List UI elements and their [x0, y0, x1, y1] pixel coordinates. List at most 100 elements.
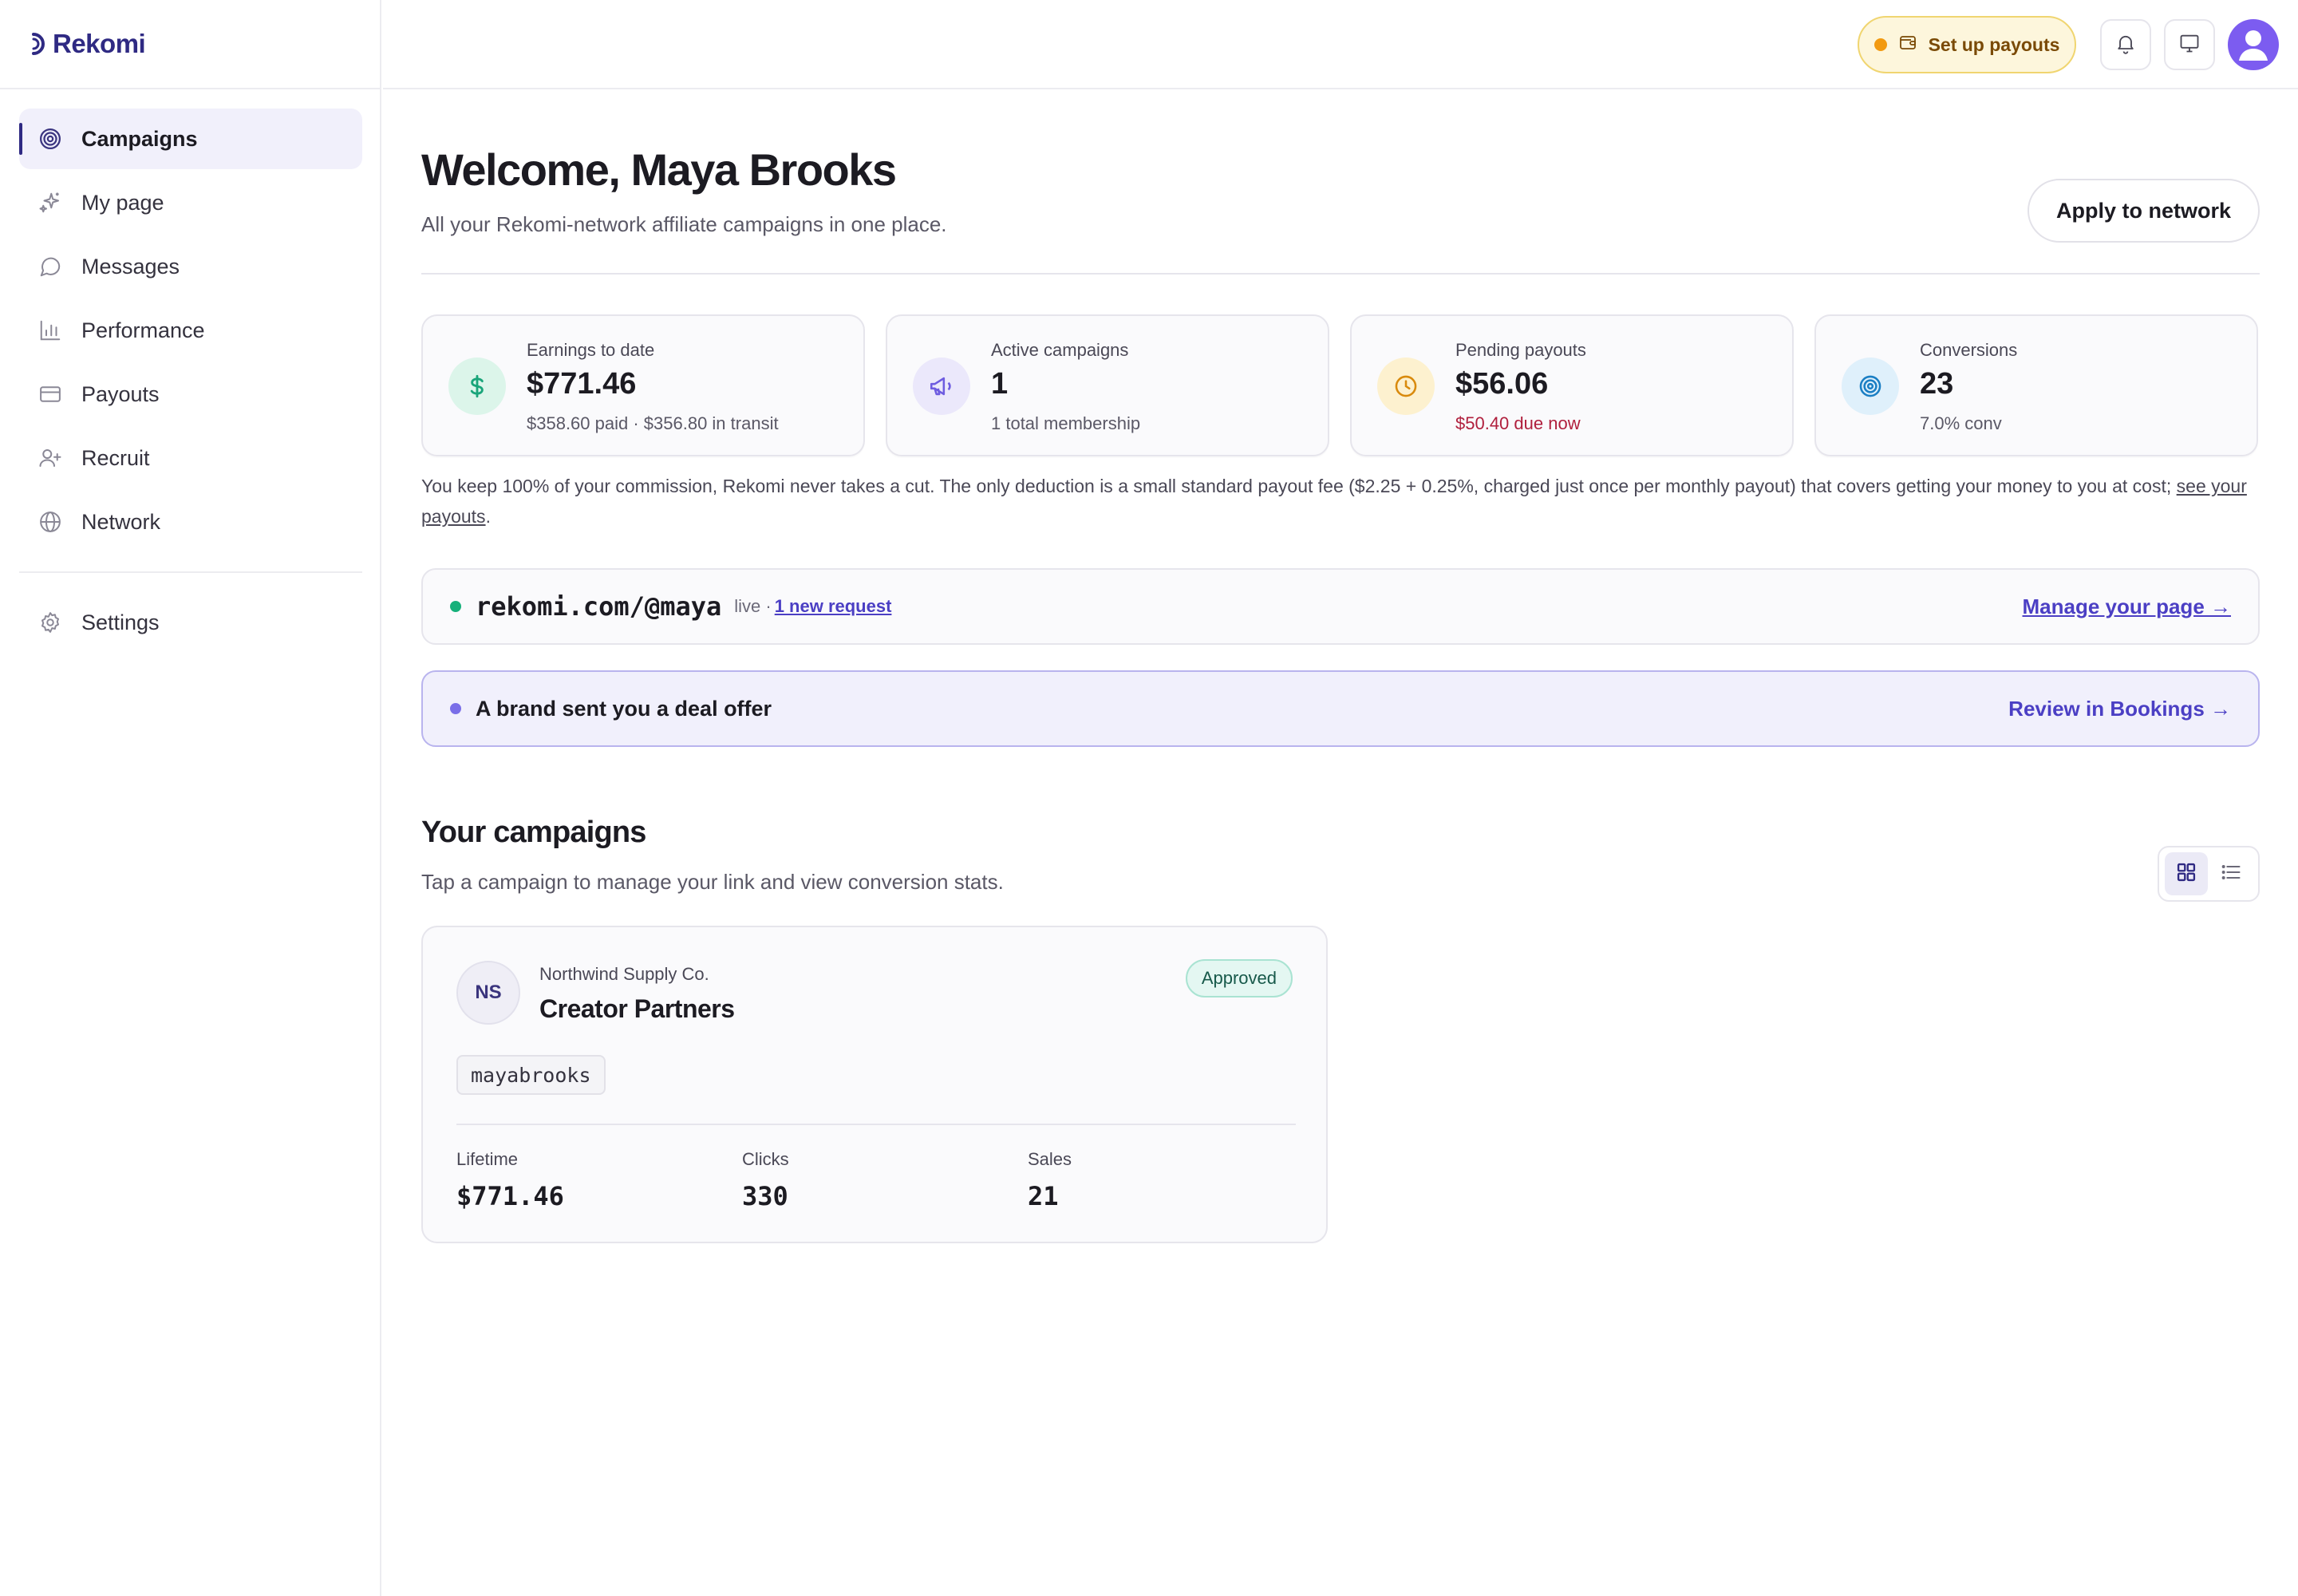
sidebar-item-settings[interactable]: Settings — [19, 592, 362, 653]
live-status-dot — [450, 601, 461, 612]
stat-label: Conversions — [1920, 340, 2018, 360]
stat-value: 1 — [991, 367, 1009, 401]
stat-subtext: 7.0% conv — [1920, 413, 2002, 433]
stats-row: Earnings to date $771.46 $358.60 paid · … — [421, 314, 2260, 456]
bell-icon — [2114, 32, 2137, 58]
app-logo[interactable]: Rekomi — [29, 29, 146, 59]
logo-mark-icon — [32, 33, 45, 55]
sidebar-item-label: Performance — [81, 318, 205, 342]
notifications-button[interactable] — [2100, 19, 2151, 70]
status-dot — [1874, 38, 1887, 51]
page-subtitle: All your Rekomi-network affiliate campai… — [421, 212, 947, 236]
metric-label: Sales — [1028, 1149, 1072, 1169]
section-subtitle: Tap a campaign to manage your link and v… — [421, 870, 1004, 894]
sidebar-item-campaigns[interactable]: Campaigns — [19, 109, 362, 169]
page-live-status: live · — [734, 596, 772, 616]
campaign-name: Creator Partners — [539, 994, 735, 1023]
sidebar-item-network[interactable]: Network — [19, 492, 362, 552]
display-button[interactable] — [2164, 19, 2215, 70]
metric-lifetime: Lifetime $771.46 — [456, 1149, 564, 1211]
sidebar-item-messages[interactable]: Messages — [19, 236, 362, 297]
stat-card-pending-payouts: Pending payouts $56.06 $50.40 due now — [1350, 314, 1794, 456]
sidebar-item-my-page[interactable]: My page — [19, 172, 362, 233]
apply-to-network-button[interactable]: Apply to network — [2027, 179, 2260, 243]
grid-view-icon — [2175, 861, 2197, 887]
sparkles-icon — [38, 191, 62, 215]
list-view-icon — [2220, 861, 2242, 887]
monitor-icon — [2178, 32, 2201, 58]
stat-value: $56.06 — [1455, 367, 1549, 401]
commission-note-end: . — [485, 506, 491, 527]
wallet-icon — [1898, 33, 1917, 57]
metric-value: 330 — [742, 1181, 788, 1211]
stat-subtext: $358.60 paid · $356.80 in transit — [527, 413, 779, 433]
stat-card-earnings: Earnings to date $771.46 $358.60 paid · … — [421, 314, 865, 456]
sidebar-item-payouts[interactable]: Payouts — [19, 364, 362, 425]
stat-subtext: $50.40 due now — [1455, 413, 1581, 433]
topbar: Set up payouts — [383, 0, 2298, 89]
bar-chart-icon — [38, 318, 62, 342]
affiliate-code[interactable]: mayabrooks — [456, 1055, 606, 1095]
view-toggle — [2158, 846, 2260, 902]
user-avatar-icon — [2228, 19, 2279, 70]
sidebar: Rekomi Campaigns My page Messages Perfor… — [0, 0, 381, 1596]
stat-label: Active campaigns — [991, 340, 1129, 360]
clock-icon — [1377, 358, 1435, 415]
user-avatar[interactable] — [2228, 19, 2279, 70]
sidebar-item-recruit[interactable]: Recruit — [19, 428, 362, 488]
set-up-payouts-label: Set up payouts — [1928, 34, 2060, 55]
sidebar-item-label: Messages — [81, 254, 180, 279]
metric-label: Lifetime — [456, 1149, 519, 1169]
brand-name: Northwind Supply Co. — [539, 964, 709, 984]
set-up-payouts-button[interactable]: Set up payouts — [1858, 16, 2076, 73]
metric-label: Clicks — [742, 1149, 789, 1169]
review-in-bookings-link[interactable]: Review in Bookings → — [2008, 697, 2231, 721]
user-plus-icon — [38, 446, 62, 470]
manage-page-link[interactable]: Manage your page → — [2023, 595, 2232, 619]
sidebar-item-label: Settings — [81, 610, 160, 634]
deal-offer-text: A brand sent you a deal offer — [476, 696, 772, 721]
megaphone-icon — [913, 358, 970, 415]
metric-clicks: Clicks 330 — [742, 1149, 789, 1211]
deal-offer-banner[interactable]: A brand sent you a deal offer Review in … — [421, 670, 2260, 747]
brand-avatar: NS — [456, 961, 520, 1025]
dollar-icon — [448, 358, 506, 415]
target-icon — [38, 127, 62, 151]
commission-note: You keep 100% of your commission, Rekomi… — [421, 471, 2260, 531]
sidebar-item-label: Network — [81, 509, 161, 534]
commission-note-text: You keep 100% of your commission, Rekomi… — [421, 476, 2177, 496]
list-view-button[interactable] — [2209, 852, 2253, 895]
grid-view-button[interactable] — [2165, 852, 2208, 895]
page-url: rekomi.com/@maya — [476, 591, 722, 622]
page-title: Welcome, Maya Brooks — [421, 144, 897, 195]
sidebar-item-label: Payouts — [81, 381, 160, 406]
app-name: Rekomi — [53, 29, 146, 58]
metric-value: $771.46 — [456, 1181, 564, 1211]
credit-card-icon — [38, 382, 62, 406]
stat-value: 23 — [1920, 367, 1954, 401]
metric-sales: Sales 21 — [1028, 1149, 1072, 1211]
metric-value: 21 — [1028, 1181, 1059, 1211]
sidebar-item-performance[interactable]: Performance — [19, 300, 362, 361]
section-title: Your campaigns — [421, 816, 646, 849]
status-badge: Approved — [1185, 959, 1293, 998]
sidebar-divider — [19, 571, 362, 573]
campaign-card[interactable]: NS Northwind Supply Co. Creator Partners… — [421, 926, 1328, 1243]
card-divider — [456, 1124, 1296, 1125]
sidebar-nav: Campaigns My page Messages Performance P… — [19, 109, 362, 656]
stat-card-conversions: Conversions 23 7.0% conv — [1814, 314, 2258, 456]
offer-dot — [450, 703, 461, 714]
sidebar-item-label: My page — [81, 190, 164, 215]
stat-card-active-campaigns: Active campaigns 1 1 total membership — [886, 314, 1329, 456]
stat-label: Pending payouts — [1455, 340, 1586, 360]
target-icon — [1842, 358, 1899, 415]
stat-value: $771.46 — [527, 367, 637, 401]
gear-icon — [38, 610, 62, 634]
sidebar-header-divider — [0, 88, 381, 89]
header-divider — [421, 273, 2260, 275]
globe-icon — [38, 510, 62, 534]
sidebar-item-label: Campaigns — [81, 126, 198, 151]
stat-label: Earnings to date — [527, 340, 655, 360]
chat-bubble-icon — [38, 255, 62, 279]
new-request-link[interactable]: 1 new request — [775, 596, 892, 617]
